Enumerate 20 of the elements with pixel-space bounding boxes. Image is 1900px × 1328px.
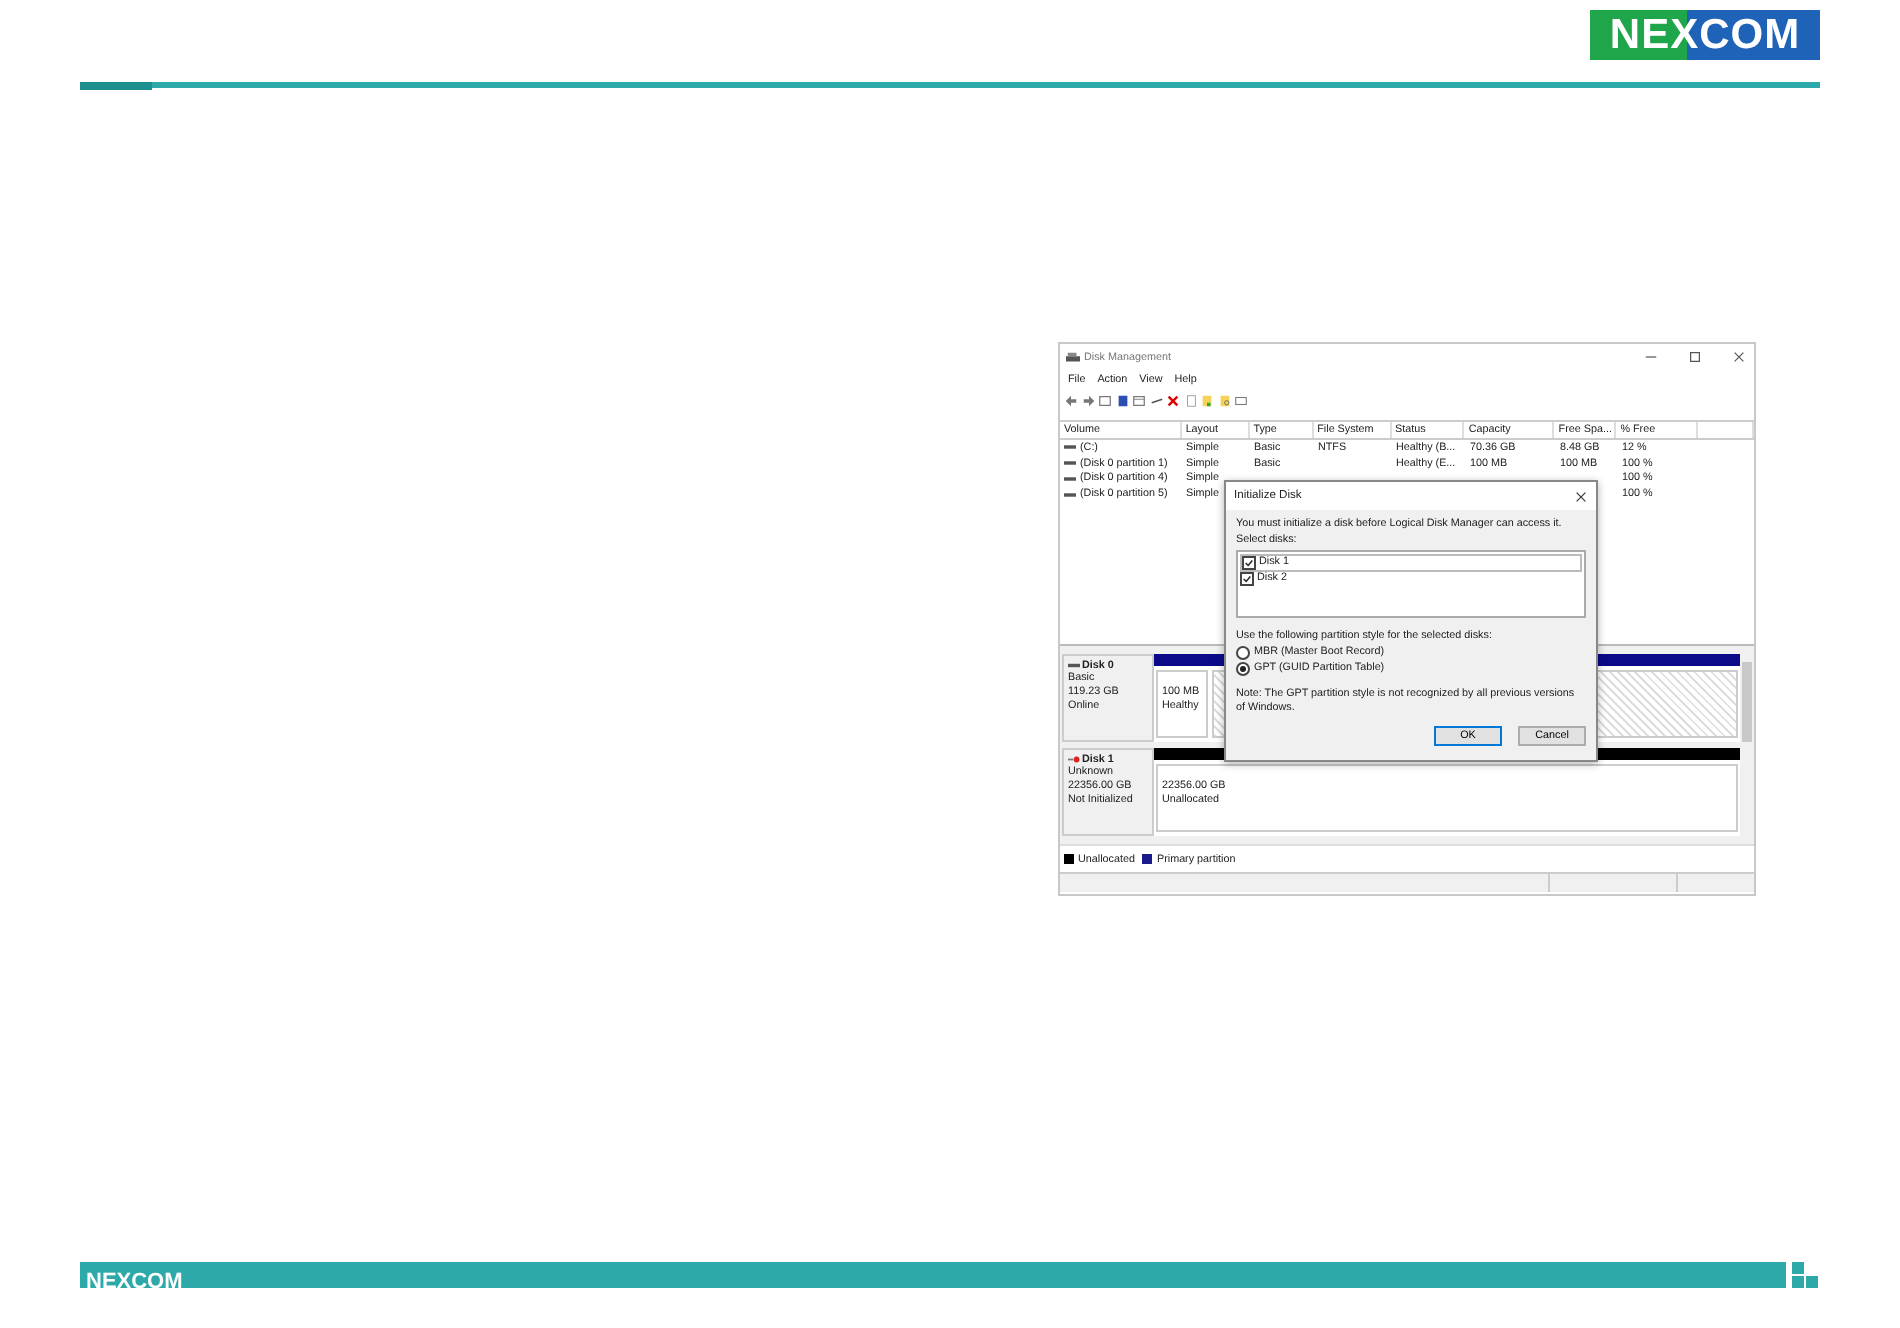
- forward-arrow-icon[interactable]: [1081, 394, 1095, 408]
- nexcom-logo: NEXCOM: [1590, 10, 1820, 60]
- checkbox[interactable]: [1240, 572, 1254, 586]
- disk-management-icon: [1066, 351, 1080, 363]
- panel-icon[interactable]: [1098, 394, 1112, 408]
- minimize-icon[interactable]: [1644, 350, 1658, 364]
- nexcom-logo: NEXCOM: [84, 1270, 183, 1294]
- folder-icon[interactable]: [1200, 394, 1214, 408]
- folder-search-icon[interactable]: [1217, 394, 1231, 408]
- delete-icon[interactable]: [1166, 394, 1180, 408]
- radio-button[interactable]: [1236, 662, 1250, 676]
- squares-icon: [1792, 1262, 1820, 1288]
- list-icon[interactable]: [1132, 394, 1146, 408]
- close-icon[interactable]: [1574, 489, 1588, 503]
- maximize-icon[interactable]: [1688, 350, 1702, 364]
- close-icon[interactable]: [1732, 350, 1746, 364]
- radio-button[interactable]: [1236, 646, 1250, 660]
- disk-error-icon: [1068, 756, 1080, 764]
- back-arrow-icon[interactable]: [1064, 394, 1078, 408]
- checkbox[interactable]: [1242, 556, 1256, 570]
